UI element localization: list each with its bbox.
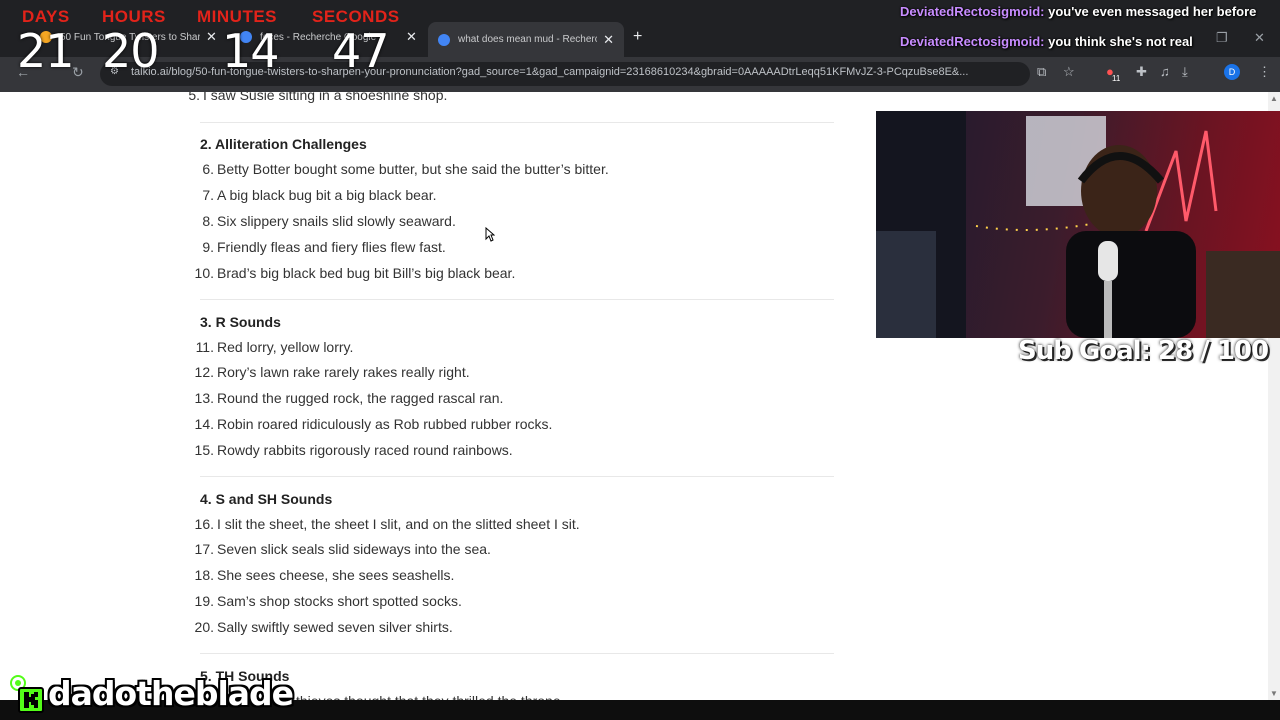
item-text: Round the rugged rock, the ragged rascal… (217, 390, 504, 406)
item-number: 15. (194, 442, 214, 458)
item-text: I saw Susie sitting in a shoeshine shop. (203, 92, 448, 103)
scroll-down-arrow-icon[interactable]: ▼ (1270, 689, 1278, 698)
item-text: I slit the sheet, the sheet I slit, and … (217, 516, 580, 532)
close-tab-icon[interactable]: ✕ (406, 29, 417, 45)
item-number: 13. (194, 390, 214, 406)
section-divider (200, 653, 834, 654)
item-text: Betty Botter bought some butter, but she… (217, 161, 609, 177)
item-text: A big black bug bit a big black bear. (217, 187, 437, 203)
section-divider (200, 299, 834, 300)
list-item: 16. I slit the sheet, the sheet I slit, a… (190, 516, 580, 532)
streamer-name: dadotheblade (48, 674, 294, 713)
item-number: 10. (194, 265, 214, 281)
bookmark-star-icon[interactable]: ☆ (1063, 64, 1075, 80)
section-divider (200, 476, 834, 477)
countdown-minutes-value: 14 (222, 24, 280, 78)
google-favicon-icon (438, 33, 450, 46)
section-heading-alliteration: 2. Alliteration Challenges (200, 136, 367, 152)
extensions-puzzle-icon[interactable]: ✚ (1136, 64, 1147, 80)
item-number: 17. (194, 541, 214, 557)
close-window-icon[interactable]: ✕ (1254, 30, 1265, 46)
list-item: 12. Rory’s lawn rake rarely rakes really … (190, 364, 470, 380)
item-number: 20. (194, 619, 214, 635)
item-text: Sam’s shop stocks short spotted socks. (217, 593, 462, 609)
list-item: 13. Round the rugged rock, the ragged ras… (190, 390, 504, 406)
chat-username: DeviatedRectosigmoid: (900, 4, 1045, 19)
list-item: 9. Friendly fleas and fiery flies flew fa… (190, 239, 446, 255)
list-item: 6. Betty Botter bought some butter, but s… (190, 161, 609, 177)
item-text: Rory’s lawn rake rarely rakes really rig… (217, 364, 470, 380)
item-number: 11. (195, 339, 214, 355)
item-number: 16. (194, 516, 214, 532)
extension-badge: 11 (1112, 74, 1121, 83)
new-tab-button[interactable]: + (633, 28, 642, 46)
webcam-feed (876, 111, 1280, 338)
list-item: 19. Sam’s shop stocks short spotted socks… (190, 593, 462, 609)
kick-logo-icon (18, 687, 44, 713)
list-item: 7. A big black bug bit a big black bear. (190, 187, 436, 203)
chat-username: DeviatedRectosigmoid: (900, 34, 1045, 49)
tab-title: what does mean mud - Recherche Google (458, 34, 597, 45)
chat-text: you think she's not real (1048, 34, 1193, 49)
item-text: Sally swiftly sewed seven silver shirts. (217, 619, 453, 635)
list-item: 14. Robin roared ridiculously as Rob rubb… (190, 416, 553, 432)
section-divider (200, 122, 834, 123)
chat-message: DeviatedRectosigmoid: you think she's no… (900, 34, 1193, 49)
tab-mud-search[interactable]: what does mean mud - Recherche Google ✕ (428, 22, 624, 57)
list-item: 17. Seven slick seals slid sideways into … (190, 541, 491, 557)
item-number: 9. (202, 239, 214, 255)
section-heading-s-sh-sounds: 4. S and SH Sounds (200, 491, 333, 507)
download-icon[interactable]: ⤓ (1182, 64, 1188, 80)
list-item: 10. Brad’s big black bed bug bit Bill’s b… (190, 265, 516, 281)
countdown-days-value: 21 (17, 24, 75, 78)
item-text: Red lorry, yellow lorry. (217, 339, 354, 355)
item-number: 8. (202, 213, 214, 229)
install-app-icon[interactable]: ⧉ (1037, 64, 1046, 80)
item-text: She sees cheese, she sees seashells. (217, 567, 455, 583)
list-item: 11. Red lorry, yellow lorry. (190, 339, 354, 355)
webcam-scene-image (876, 111, 1280, 338)
chat-message: DeviatedRectosigmoid: you've even messag… (900, 4, 1256, 19)
item-number: 7. (202, 187, 214, 203)
scroll-up-arrow-icon[interactable]: ▲ (1270, 94, 1278, 103)
item-number: 14. (194, 416, 214, 432)
section-heading-r-sounds: 3. R Sounds (200, 314, 281, 330)
item-text: Brad’s big black bed bug bit Bill’s big … (217, 265, 516, 281)
countdown-seconds-value: 47 (332, 24, 390, 78)
restore-window-icon[interactable]: ❐ (1216, 30, 1228, 46)
item-number: 6. (202, 161, 214, 177)
close-tab-icon[interactable]: ✕ (206, 29, 217, 45)
item-text: Friendly fleas and fiery flies flew fast… (217, 239, 446, 255)
chat-text: you've even messaged her before (1048, 4, 1257, 19)
list-item: 5. I saw Susie sitting in a shoeshine sho… (176, 92, 447, 103)
media-icon[interactable]: ♫ (1160, 64, 1170, 79)
close-tab-icon[interactable]: ✕ (603, 32, 614, 48)
list-item: 8. Six slippery snails slid slowly seawar… (190, 213, 456, 229)
list-item: 15. Rowdy rabbits rigorously raced round … (190, 442, 513, 458)
item-text: Rowdy rabbits rigorously raced round rai… (217, 442, 513, 458)
mouse-cursor-icon (485, 227, 495, 242)
item-number: 5. (188, 92, 200, 103)
item-text: Robin roared ridiculously as Rob rubbed … (217, 416, 553, 432)
countdown-hours-value: 20 (102, 24, 160, 78)
sub-goal-counter: Sub Goal: 28 / 100 (1018, 336, 1269, 366)
menu-kebab-icon[interactable]: ⋮ (1258, 64, 1271, 80)
profile-avatar[interactable]: D (1224, 64, 1240, 80)
item-number: 12. (194, 364, 214, 380)
item-text: Seven slick seals slid sideways into the… (217, 541, 491, 557)
item-text: Six slippery snails slid slowly seaward. (217, 213, 456, 229)
item-number: 19. (194, 593, 214, 609)
list-item: 18. She sees cheese, she sees seashells. (190, 567, 455, 583)
item-number: 18. (194, 567, 214, 583)
list-item: 20. Sally swiftly sewed seven silver shir… (190, 619, 453, 635)
